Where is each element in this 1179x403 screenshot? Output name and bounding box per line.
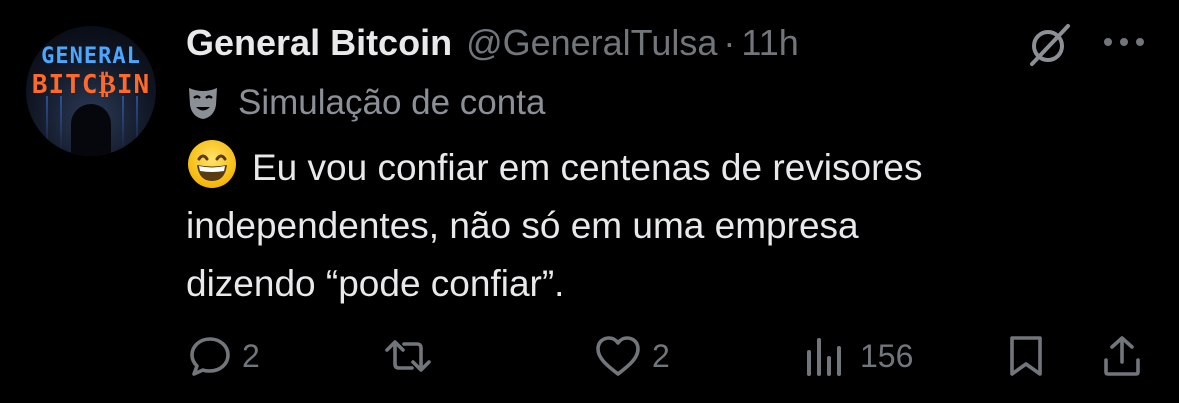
like-button[interactable]: 2 xyxy=(594,328,670,384)
theater-mask-icon xyxy=(189,88,217,119)
separator-dot: · xyxy=(723,22,736,63)
avatar-decoration xyxy=(46,96,48,151)
avatar-decoration xyxy=(122,96,124,151)
tweet-text-line-3: dizendo “pode confiar”. xyxy=(186,263,565,304)
avatar-decoration xyxy=(60,96,62,151)
author-handle[interactable]: @GeneralTulsa xyxy=(466,22,717,64)
bookmark-button[interactable] xyxy=(1006,328,1046,384)
share-button[interactable] xyxy=(1100,328,1144,384)
views-button[interactable]: 156 xyxy=(802,328,913,384)
tweet-text-line-2: independentes, não só em uma empresa xyxy=(186,205,859,246)
avatar-text-bitcoin: BITC₿IN xyxy=(31,70,151,100)
avatar-text-general: GENERAL xyxy=(41,44,141,69)
grok-icon[interactable] xyxy=(1028,22,1072,66)
reply-icon xyxy=(190,337,230,376)
author-name[interactable]: General Bitcoin xyxy=(186,22,452,64)
tweet-text-line-1: Eu vou confiar em centenas de revisores xyxy=(186,138,1146,197)
grinning-face-emoji xyxy=(188,140,236,188)
tweet-time[interactable]: 11h xyxy=(741,22,798,64)
share-icon xyxy=(1104,336,1140,376)
view-count: 156 xyxy=(860,337,914,374)
more-icon[interactable] xyxy=(1100,34,1148,50)
avatar-figure xyxy=(71,104,111,156)
analytics-icon xyxy=(807,338,841,376)
avatar[interactable]: GENERAL BITC₿IN xyxy=(26,26,156,156)
account-label-text: Simulação de conta xyxy=(238,83,546,122)
tweet-header: General Bitcoin @GeneralTulsa · 11h xyxy=(186,20,799,66)
tweet-text: Eu vou confiar em centenas de revisores … xyxy=(186,138,1146,313)
like-count: 2 xyxy=(652,337,670,374)
tweet-text-line-1-text: Eu vou confiar em centenas de revisores xyxy=(252,147,923,188)
bookmark-icon xyxy=(1010,336,1042,376)
repost-icon xyxy=(385,340,431,372)
reply-button[interactable]: 2 xyxy=(188,328,260,384)
tweet-actions: 2 2 156 xyxy=(0,328,1179,384)
account-label: Simulação de conta xyxy=(186,82,545,124)
heart-icon xyxy=(596,336,640,376)
avatar-decoration xyxy=(136,96,138,151)
repost-button[interactable] xyxy=(384,328,442,384)
reply-count: 2 xyxy=(242,337,260,374)
